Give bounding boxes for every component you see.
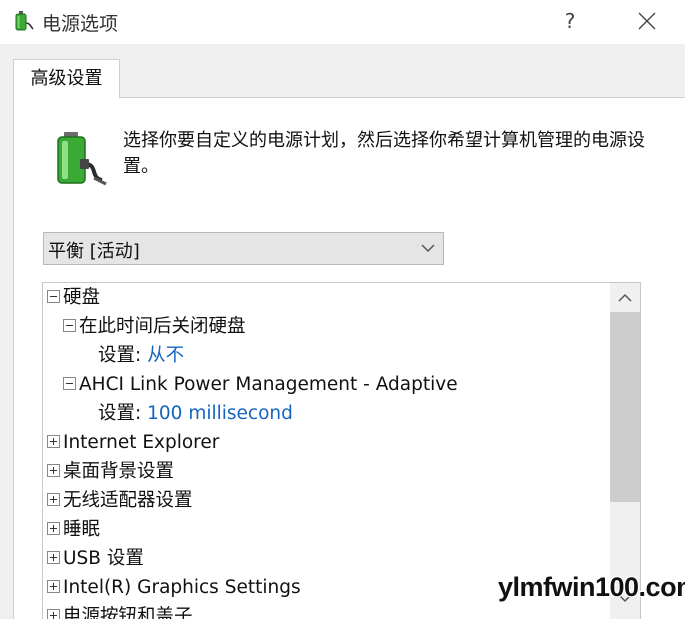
expand-icon[interactable] — [47, 463, 60, 477]
expand-icon[interactable] — [47, 579, 60, 593]
tree-item-ahci-link[interactable]: AHCI Link Power Management - Adaptive — [63, 370, 458, 399]
chevron-down-icon — [421, 244, 435, 253]
close-button[interactable] — [630, 6, 664, 36]
tree-setting-ahci-link: 设置: 100 millisecond — [98, 403, 293, 424]
expand-icon[interactable] — [47, 608, 60, 619]
setting-value-link[interactable]: 100 millisecond — [147, 403, 293, 424]
expand-icon[interactable] — [47, 492, 60, 506]
tree-item-sleep[interactable]: 睡眠 — [47, 515, 100, 544]
scrollbar-thumb[interactable] — [610, 312, 640, 502]
tree-setting-turn-off-disk: 设置: 从不 — [98, 345, 185, 366]
intro-text: 选择你要自定义的电源计划，然后选择你希望计算机管理的电源设置。 — [123, 130, 645, 177]
tree-item-desktop-background[interactable]: 桌面背景设置 — [47, 457, 174, 486]
tree-item-hard-disk[interactable]: 硬盘 — [47, 283, 100, 312]
tree-item-usb-settings[interactable]: USB 设置 — [47, 544, 144, 573]
collapse-icon[interactable] — [63, 318, 76, 332]
help-button[interactable]: ? — [556, 6, 584, 36]
collapse-icon[interactable] — [63, 376, 76, 390]
power-plan-dropdown[interactable]: 平衡 [活动] — [43, 232, 444, 265]
setting-value-link[interactable]: 从不 — [147, 345, 184, 366]
close-icon — [638, 12, 656, 30]
tree-item-power-buttons-lid[interactable]: 电源按钮和盖子 — [47, 602, 193, 619]
title-bar: 电源选项 ? — [0, 0, 685, 44]
tree-item-internet-explorer[interactable]: Internet Explorer — [47, 428, 219, 457]
power-plan-value: 平衡 [活动] — [48, 241, 140, 262]
collapse-icon[interactable] — [47, 289, 60, 303]
tree-item-wireless-adapter[interactable]: 无线适配器设置 — [47, 486, 193, 515]
expand-icon[interactable] — [47, 434, 60, 448]
settings-tree[interactable]: 硬盘 在此时间后关闭硬盘 设置: 从不 AHCI Link Power Mana… — [42, 282, 641, 619]
site-watermark: ylmfwin100.com — [498, 572, 685, 602]
window-title: 电源选项 — [42, 13, 119, 35]
power-options-icon — [15, 11, 34, 31]
chevron-up-icon[interactable] — [618, 293, 632, 303]
expand-icon[interactable] — [47, 521, 60, 535]
tree-scrollbar[interactable] — [610, 283, 640, 619]
battery-plug-icon — [57, 132, 107, 186]
tree-item-turn-off-disk[interactable]: 在此时间后关闭硬盘 — [63, 312, 246, 341]
expand-icon[interactable] — [47, 550, 60, 564]
tab-advanced-settings[interactable]: 高级设置 — [13, 59, 120, 98]
tree-item-intel-graphics[interactable]: Intel(R) Graphics Settings — [47, 573, 301, 602]
